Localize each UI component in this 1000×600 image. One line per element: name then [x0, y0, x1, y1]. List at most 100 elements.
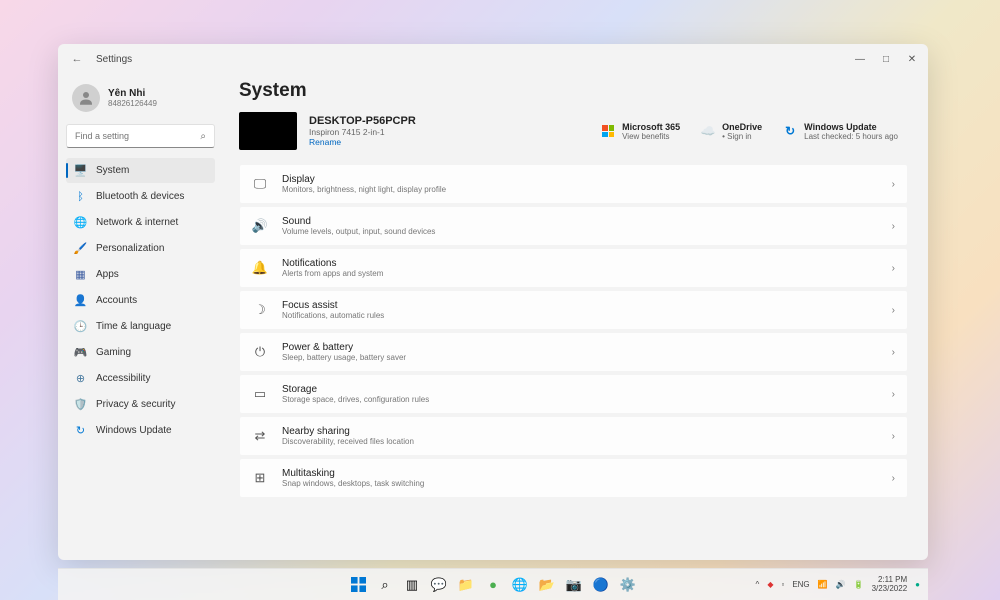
cloud-onedrive[interactable]: ☁️OneDrive• Sign in [700, 122, 762, 141]
wifi-icon[interactable]: 📶 [818, 580, 828, 589]
setting-nearby-sharing[interactable]: ⇄Nearby sharingDiscoverability, received… [239, 416, 908, 456]
nav-item-personalization[interactable]: 🖌️ Personalization [66, 236, 215, 261]
profile-name: Yên Nhi [108, 88, 157, 99]
nav-item-network-internet[interactable]: 🌐Network & internet [66, 210, 215, 235]
chat-icon[interactable]: 💬 [428, 574, 450, 596]
taskbar: ⌕ ▥ 💬 📁 ● 🌐 📂 📷 🔵 ⚙️ ^ ◆ ▫ ENG 📶 🔊 🔋 2:1… [58, 568, 928, 600]
nav-item-accessibility[interactable]: ⊕Accessibility [66, 366, 215, 391]
device-image [239, 112, 297, 150]
tray-app-icon[interactable]: ◆ [767, 580, 773, 589]
chevron-right-icon: › [892, 473, 895, 484]
cloud-title: Microsoft 365 [622, 122, 680, 132]
tray-lang[interactable]: ENG [792, 580, 809, 589]
setting-icon: ▭ [252, 386, 268, 402]
nav-icon: ᛒ [74, 190, 87, 203]
nav-item-bluetooth-devices[interactable]: ᛒ Bluetooth & devices [66, 184, 215, 209]
setting-title: Power & battery [282, 342, 878, 353]
window-title: Settings [96, 54, 132, 65]
nav-icon: 👤 [74, 294, 87, 307]
nav-label: Bluetooth & devices [96, 191, 184, 202]
instagram-icon[interactable]: 📷 [563, 574, 585, 596]
setting-title: Storage [282, 384, 878, 395]
nav-item-gaming[interactable]: 🎮Gaming [66, 340, 215, 365]
explorer-icon[interactable]: 📁 [455, 574, 477, 596]
device-row: DESKTOP-P56PCPR Inspiron 7415 2-in-1 Ren… [239, 112, 908, 150]
nav-label: Privacy & security [96, 399, 175, 410]
settings-taskbar-icon[interactable]: ⚙️ [617, 574, 639, 596]
cloud-microsoft-[interactable]: Microsoft 365View benefits [600, 122, 680, 141]
battery-icon[interactable]: 🔋 [854, 580, 864, 589]
nav-label: Windows Update [96, 425, 172, 436]
cloud-icon: ☁️ [700, 123, 716, 139]
setting-focus-assist[interactable]: ☽Focus assistNotifications, automatic ru… [239, 290, 908, 330]
setting-display[interactable]: 🖵 DisplayMonitors, brightness, night ligh… [239, 164, 908, 204]
nav-item-windows-update[interactable]: ↻Windows Update [66, 418, 215, 443]
close-button[interactable]: ✕ [906, 53, 918, 65]
cloud-title: Windows Update [804, 122, 898, 132]
start-button[interactable] [347, 574, 369, 596]
setting-storage[interactable]: ▭ StorageStorage space, drives, configura… [239, 374, 908, 414]
tray-date: 3/23/2022 [872, 585, 908, 594]
settings-list: 🖵 DisplayMonitors, brightness, night ligh… [239, 164, 908, 498]
device-name: DESKTOP-P56PCPR [309, 115, 588, 127]
rename-link[interactable]: Rename [309, 137, 588, 147]
nav-item-apps[interactable]: ▦Apps [66, 262, 215, 287]
setting-icon: 🖵 [252, 176, 268, 192]
setting-title: Focus assist [282, 300, 878, 311]
setting-title: Sound [282, 216, 878, 227]
nav-item-system[interactable]: 🖥️System [66, 158, 215, 183]
nav-item-privacy-security[interactable]: 🛡️Privacy & security [66, 392, 215, 417]
tray-app2-icon[interactable]: ▫ [781, 580, 784, 589]
page-title: System [239, 80, 908, 102]
search-taskbar-icon[interactable]: ⌕ [374, 574, 396, 596]
search-input[interactable] [75, 131, 200, 141]
setting-title: Notifications [282, 258, 878, 269]
setting-notifications[interactable]: 🔔 NotificationsAlerts from apps and syste… [239, 248, 908, 288]
nav-item-accounts[interactable]: 👤 Accounts [66, 288, 215, 313]
nav-label: Gaming [96, 347, 131, 358]
nav-label: Apps [96, 269, 119, 280]
chrome-icon[interactable]: 🌐 [509, 574, 531, 596]
setting-sound[interactable]: 🔊SoundVolume levels, output, input, soun… [239, 206, 908, 246]
setting-icon: 🔔 [252, 260, 268, 276]
edge-icon[interactable]: 🔵 [590, 574, 612, 596]
nav-label: Personalization [96, 243, 164, 254]
setting-title: Display [282, 174, 878, 185]
setting-multitasking[interactable]: ⊞MultitaskingSnap windows, desktops, tas… [239, 458, 908, 498]
notif-icon[interactable]: ● [915, 580, 920, 589]
setting-sub: Snap windows, desktops, task switching [282, 479, 878, 488]
setting-sub: Monitors, brightness, night light, displ… [282, 185, 878, 194]
back-button[interactable]: ← [68, 50, 86, 68]
app-icon[interactable]: ● [482, 574, 504, 596]
setting-sub: Notifications, automatic rules [282, 311, 878, 320]
profile-section[interactable]: Yên Nhi 84826126449 [66, 80, 215, 116]
avatar [72, 84, 100, 112]
maximize-button[interactable]: □ [880, 53, 892, 65]
profile-id: 84826126449 [108, 99, 157, 108]
nav-icon: 🖥️ [74, 164, 87, 177]
setting-title: Nearby sharing [282, 426, 878, 437]
cloud-sub: • Sign in [722, 132, 762, 141]
nav-label: Accounts [96, 295, 137, 306]
folder-icon[interactable]: 📂 [536, 574, 558, 596]
setting-sub: Volume levels, output, input, sound devi… [282, 227, 878, 236]
setting-sub: Alerts from apps and system [282, 269, 878, 278]
setting-power-battery[interactable]: ⏻Power & batterySleep, battery usage, ba… [239, 332, 908, 372]
tray-chevron-icon[interactable]: ^ [756, 580, 760, 589]
volume-icon[interactable]: 🔊 [836, 580, 846, 589]
chevron-right-icon: › [892, 347, 895, 358]
system-tray[interactable]: ^ ◆ ▫ ENG 📶 🔊 🔋 2:11 PM 3/23/2022 ● [756, 576, 920, 594]
nav-item-time-language[interactable]: 🕒Time & language [66, 314, 215, 339]
nav-icon: 🖌️ [74, 242, 87, 255]
cloud-sub: View benefits [622, 132, 680, 141]
setting-title: Multitasking [282, 468, 878, 479]
search-box[interactable]: ⌕ [66, 124, 215, 148]
setting-sub: Storage space, drives, configuration rul… [282, 395, 878, 404]
settings-window: ← Settings — □ ✕ Yên Nhi 84826126449 ⌕ 🖥… [58, 44, 928, 560]
taskview-icon[interactable]: ▥ [401, 574, 423, 596]
cloud-windows-update[interactable]: ↻Windows UpdateLast checked: 5 hours ago [782, 122, 898, 141]
minimize-button[interactable]: — [854, 53, 866, 65]
chevron-right-icon: › [892, 305, 895, 316]
cloud-icon [600, 123, 616, 139]
nav-icon: 🌐 [74, 216, 87, 229]
